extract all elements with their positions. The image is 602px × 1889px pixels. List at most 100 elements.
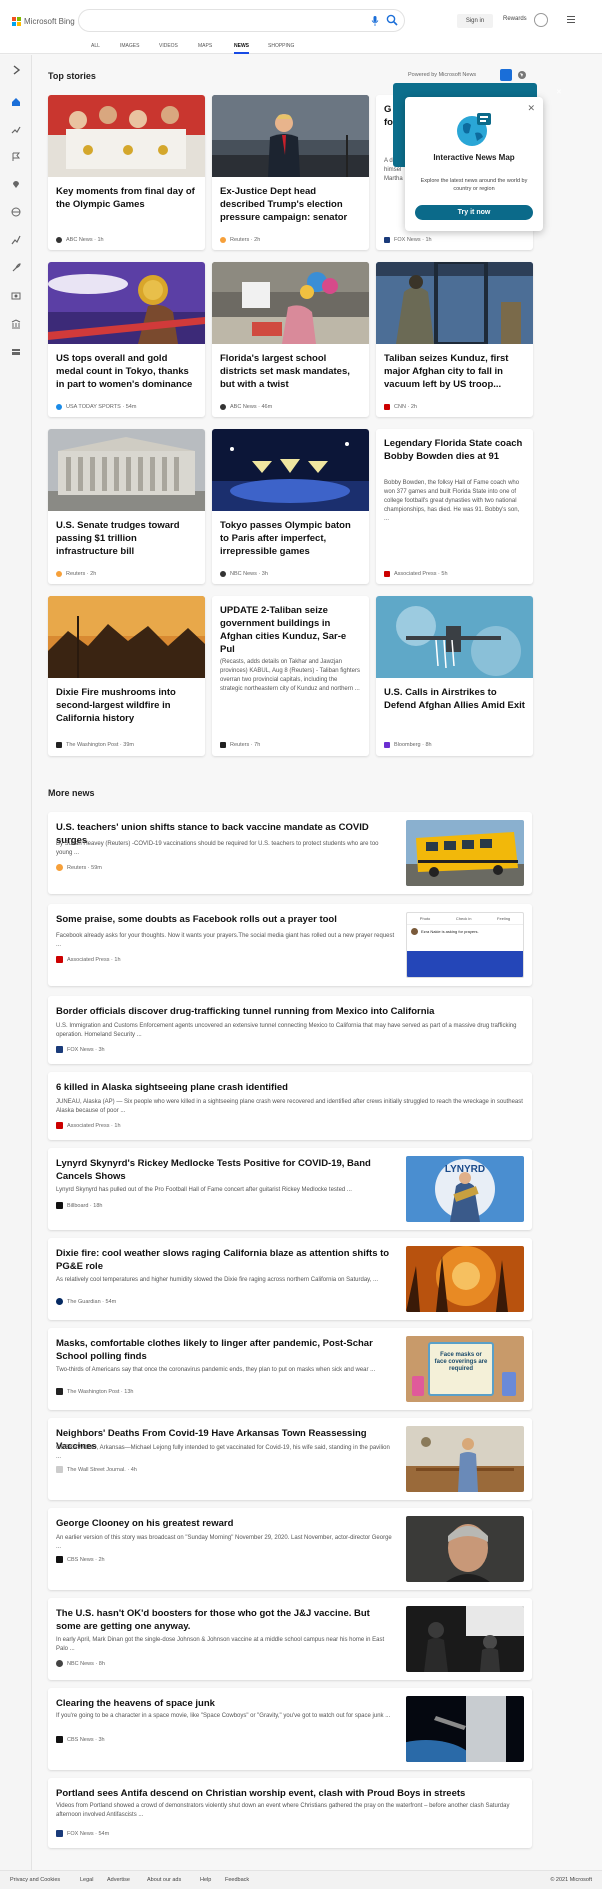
news-list-item[interactable]: Portland sees Antifa descend on Christia…: [48, 1778, 532, 1848]
story-title[interactable]: Tokyo passes Olympic baton to Paris afte…: [220, 519, 361, 558]
flag-icon[interactable]: [11, 152, 21, 162]
news-list-item[interactable]: Some praise, some doubts as Facebook rol…: [48, 904, 532, 986]
story-card[interactable]: Taliban seizes Kunduz, first major Afgha…: [376, 262, 533, 417]
story-card[interactable]: Ex-Justice Dept head described Trump's e…: [212, 95, 369, 250]
news-image: [406, 820, 524, 886]
story-source: Bloomberg · 8h: [384, 742, 432, 748]
story-card[interactable]: Legendary Florida State coach Bobby Bowd…: [376, 429, 533, 584]
home-icon[interactable]: [11, 97, 21, 107]
story-title[interactable]: Dixie Fire mushrooms into second-largest…: [56, 686, 197, 725]
footer-link-help[interactable]: Help: [200, 1877, 211, 1883]
rocket-icon[interactable]: [11, 263, 21, 273]
story-title[interactable]: U.S. Calls in Airstrikes to Defend Afgha…: [384, 686, 525, 712]
hamburger-menu-icon[interactable]: [567, 16, 575, 24]
story-title[interactable]: UPDATE 2-Taliban seize government buildi…: [220, 604, 361, 656]
news-source: NBC News · 8h: [56, 1660, 105, 1667]
news-source: CBS News · 2h: [56, 1556, 105, 1563]
tab-images[interactable]: IMAGES: [120, 42, 139, 54]
story-card[interactable]: Dixie Fire mushrooms into second-largest…: [48, 596, 205, 756]
header: Microsoft Bing Sign in Rewards: [0, 0, 602, 40]
rewards-trophy-icon[interactable]: [534, 13, 548, 27]
story-title[interactable]: Key moments from final day of the Olympi…: [56, 185, 197, 211]
news-list-item[interactable]: 6 killed in Alaska sightseeing plane cra…: [48, 1072, 532, 1140]
footer-link-about-ads[interactable]: About our ads: [147, 1877, 181, 1883]
story-card[interactable]: US tops overall and gold medal count in …: [48, 262, 205, 417]
footer-link-privacy[interactable]: Privacy and Cookies: [10, 1877, 60, 1883]
news-list-item[interactable]: U.S. teachers' union shifts stance to ba…: [48, 812, 532, 894]
footer-link-advertise[interactable]: Advertise: [107, 1877, 130, 1883]
story-card[interactable]: Key moments from final day of the Olympi…: [48, 95, 205, 250]
trending-icon[interactable]: [11, 125, 21, 135]
footer-link-feedback[interactable]: Feedback: [225, 1877, 249, 1883]
globe-icon[interactable]: [11, 207, 21, 217]
story-card[interactable]: U.S. Senate trudges toward passing $1 tr…: [48, 429, 205, 584]
news-title[interactable]: Portland sees Antifa descend on Christia…: [56, 1787, 526, 1800]
mask-sign-text: Face masks or face coverings are require…: [434, 1352, 488, 1372]
washington-post-icon: [56, 1388, 63, 1395]
tab-news[interactable]: NEWS: [234, 42, 249, 54]
search-input[interactable]: [78, 9, 405, 32]
story-title[interactable]: Ex-Justice Dept head described Trump's e…: [220, 185, 361, 224]
abc-news-icon: [56, 237, 62, 243]
news-title[interactable]: Masks, comfortable clothes likely to lin…: [56, 1337, 396, 1363]
microphone-icon[interactable]: [371, 16, 379, 26]
story-card[interactable]: Tokyo passes Olympic baton to Paris afte…: [212, 429, 369, 584]
expand-arrow-icon[interactable]: [11, 65, 21, 75]
story-card[interactable]: Florida's largest school districts set m…: [212, 262, 369, 417]
story-title[interactable]: Legendary Florida State coach Bobby Bowd…: [384, 437, 525, 463]
news-list-item[interactable]: George Clooney on his greatest reward An…: [48, 1508, 532, 1590]
cnn-icon: [384, 404, 390, 410]
popup-close-icon[interactable]: ✕: [527, 103, 535, 114]
news-title[interactable]: Dixie fire: cool weather slows raging Ca…: [56, 1247, 396, 1273]
footer-link-legal[interactable]: Legal: [80, 1877, 93, 1883]
news-title[interactable]: Border officials discover drug-trafficki…: [56, 1005, 526, 1018]
news-list-item[interactable]: Clearing the heavens of space junk If yo…: [48, 1688, 532, 1770]
tab-maps[interactable]: MAPS: [198, 42, 212, 54]
money-icon[interactable]: [11, 319, 21, 329]
news-title[interactable]: Clearing the heavens of space junk: [56, 1697, 396, 1710]
logo-text: Microsoft Bing: [24, 16, 75, 26]
cbs-news-icon: [56, 1736, 63, 1743]
news-list-item[interactable]: Masks, comfortable clothes likely to lin…: [48, 1328, 532, 1410]
news-list-item[interactable]: The U.S. hasn't OK'd boosters for those …: [48, 1598, 532, 1680]
story-title[interactable]: U.S. Senate trudges toward passing $1 tr…: [56, 519, 197, 558]
tab-shopping[interactable]: SHOPPING: [268, 42, 294, 54]
story-card[interactable]: U.S. Calls in Airstrikes to Defend Afgha…: [376, 596, 533, 756]
banner-close-icon[interactable]: ✕: [556, 88, 562, 96]
rewards-link[interactable]: Rewards: [503, 16, 527, 22]
news-list-item[interactable]: Neighbors' Deaths From Covid-19 Have Ark…: [48, 1418, 532, 1500]
bing-logo[interactable]: Microsoft Bing: [12, 14, 75, 28]
story-title[interactable]: Florida's largest school districts set m…: [220, 352, 361, 391]
news-title[interactable]: Lynyrd Skynyrd's Rickey Medlocke Tests P…: [56, 1157, 396, 1183]
search-icon[interactable]: [386, 14, 398, 26]
nbc-news-icon: [220, 571, 226, 577]
tab-videos[interactable]: VIDEOS: [159, 42, 178, 54]
news-image: Face masks or face coverings are require…: [406, 1336, 524, 1402]
story-title[interactable]: Taliban seizes Kunduz, first major Afgha…: [384, 352, 525, 391]
news-title[interactable]: George Clooney on his greatest reward: [56, 1517, 396, 1530]
story-image: [212, 429, 369, 511]
try-it-now-button[interactable]: Try it now: [415, 205, 533, 220]
avatar: [411, 928, 418, 935]
story-card[interactable]: UPDATE 2-Taliban seize government buildi…: [212, 596, 369, 756]
news-map-icon[interactable]: [517, 70, 527, 80]
microsoft-logo-icon: [12, 16, 21, 26]
chart-icon[interactable]: [11, 235, 21, 245]
story-title[interactable]: US tops overall and gold medal count in …: [56, 352, 197, 391]
news-title[interactable]: Some praise, some doubts as Facebook rol…: [56, 913, 396, 926]
ap-icon: [56, 956, 63, 963]
usa-today-icon: [56, 404, 62, 410]
sign-in-button[interactable]: Sign in: [457, 14, 493, 28]
grid-view-icon[interactable]: [500, 69, 512, 81]
news-list-item[interactable]: Dixie fire: cool weather slows raging Ca…: [48, 1238, 532, 1320]
news-list-item[interactable]: Lynyrd Skynyrd's Rickey Medlocke Tests P…: [48, 1148, 532, 1230]
category-sidebar: [0, 55, 32, 1870]
news-title[interactable]: 6 killed in Alaska sightseeing plane cra…: [56, 1081, 526, 1094]
news-title[interactable]: The U.S. hasn't OK'd boosters for those …: [56, 1607, 396, 1633]
location-pin-icon[interactable]: [11, 179, 21, 189]
tab-all[interactable]: ALL: [91, 42, 100, 54]
news-snippet: JUNEAU, Alaska (AP) — Six people who wer…: [56, 1099, 523, 1114]
film-icon[interactable]: [11, 291, 21, 301]
news-list-item[interactable]: Border officials discover drug-trafficki…: [48, 996, 532, 1064]
card-icon[interactable]: [11, 347, 21, 357]
